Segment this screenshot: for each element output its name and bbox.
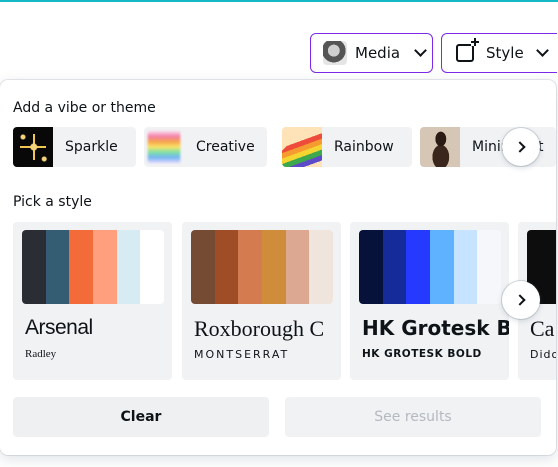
rainbow-image: [282, 127, 322, 167]
chevron-down-icon: [535, 44, 549, 57]
media-button-label: Media: [355, 44, 401, 62]
chevron-right-icon: [513, 294, 526, 306]
palette-swatch: [309, 230, 333, 304]
style-button[interactable]: Style: [441, 33, 557, 73]
clear-button[interactable]: Clear: [13, 397, 269, 437]
chevron-down-icon: [414, 44, 427, 57]
palette-swatch: [262, 230, 286, 304]
palette-swatch: [359, 230, 383, 304]
color-palette: [359, 230, 501, 304]
palette-swatch: [285, 230, 310, 304]
palette-swatch: [238, 230, 263, 304]
media-button[interactable]: Media: [310, 33, 433, 73]
palette-swatch: [406, 230, 431, 304]
color-palette: [22, 230, 164, 304]
vibe-label: Rainbow: [334, 139, 394, 155]
vibe-label: Sparkle: [65, 139, 118, 155]
subfont-name: Radley: [25, 348, 57, 360]
style-carousel: Arsenal Radley Roxborough C MONTSERRAT H…: [13, 222, 556, 380]
palette-swatch: [453, 230, 478, 304]
palette-swatch: [93, 230, 117, 304]
sparkle-image: [13, 127, 53, 167]
vibes-next-button[interactable]: [502, 128, 540, 166]
style-card-roxborough[interactable]: Roxborough C MONTSERRAT: [182, 222, 341, 380]
subfont-name: MONTSERRAT: [194, 348, 290, 361]
see-results-button[interactable]: See results: [285, 397, 541, 437]
style-picker-panel: Add a vibe or theme Sparkle Creative Rai…: [0, 80, 556, 455]
top-accent-line: [0, 0, 558, 2]
palette-swatch: [140, 230, 164, 304]
subfont-name: Dido: [530, 348, 556, 361]
font-name: Ca: [530, 316, 555, 341]
palette-swatch: [214, 230, 239, 304]
media-thumbnail: [323, 41, 347, 65]
palette-swatch: [191, 230, 215, 304]
font-name: Arsenal: [25, 316, 93, 339]
styles-next-button[interactable]: [502, 281, 540, 319]
font-name: Roxborough C: [194, 316, 325, 341]
palette-swatch: [382, 230, 407, 304]
style-button-label: Style: [486, 44, 524, 62]
palette-swatch: [430, 230, 454, 304]
vibe-label: Creative: [196, 139, 255, 155]
vibe-section-title: Add a vibe or theme: [13, 100, 156, 116]
font-name: HK Grotesk B: [362, 316, 509, 340]
vibe-item-sparkle[interactable]: Sparkle: [13, 127, 136, 167]
color-palette: [191, 230, 333, 304]
vibe-carousel: Sparkle Creative Rainbow Minimalist: [13, 127, 556, 167]
vibe-item-creative[interactable]: Creative: [144, 127, 267, 167]
palette-swatch: [22, 230, 46, 304]
palette-swatch: [69, 230, 94, 304]
palette-swatch: [477, 230, 501, 304]
vibe-item-rainbow[interactable]: Rainbow: [282, 127, 412, 167]
creative-image: [147, 130, 181, 164]
style-add-icon: [456, 38, 479, 62]
palette-swatch: [116, 230, 141, 304]
style-card-arsenal[interactable]: Arsenal Radley: [13, 222, 172, 380]
style-card-hk-grotesk[interactable]: HK Grotesk B HK GROTESK BOLD: [350, 222, 509, 380]
palette-swatch: [45, 230, 70, 304]
minimalist-image: [420, 127, 460, 167]
style-section-title: Pick a style: [13, 194, 92, 210]
subfont-name: HK GROTESK BOLD: [362, 348, 482, 360]
chevron-right-icon: [513, 141, 526, 153]
